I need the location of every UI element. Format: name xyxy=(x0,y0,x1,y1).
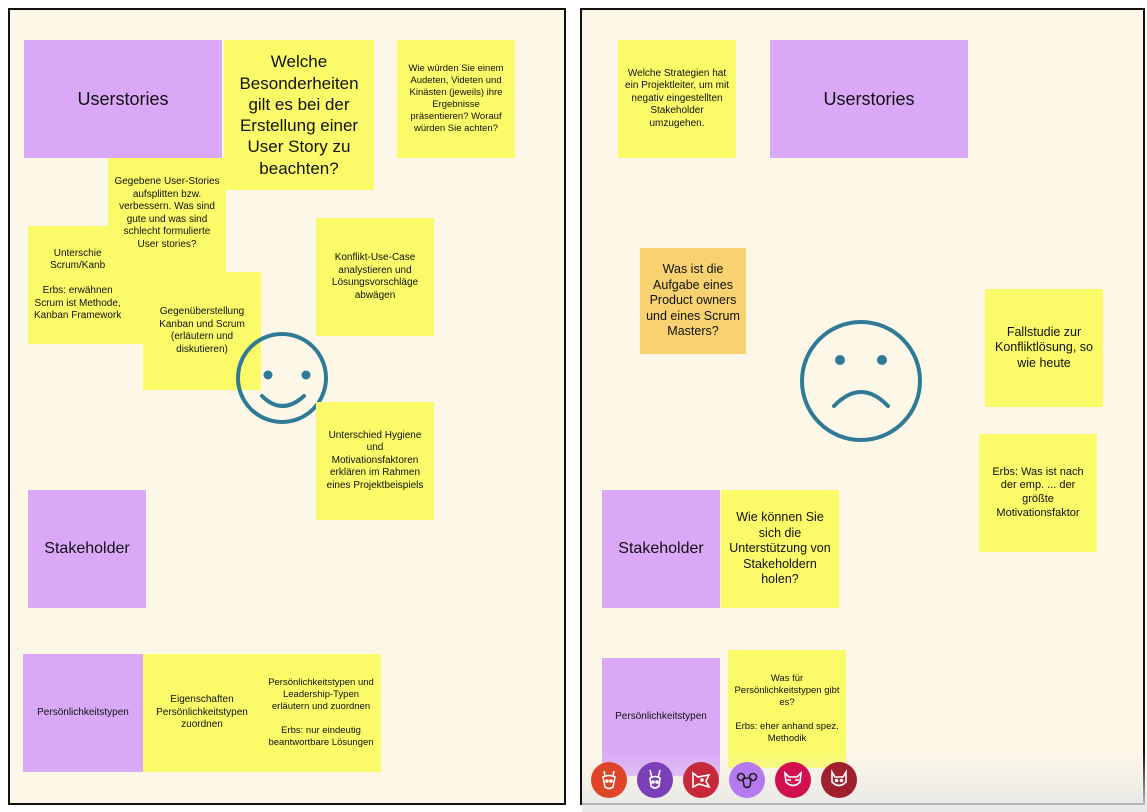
sticky-note-leadership[interactable]: Persönlichkeitstypen und Leadership-Type… xyxy=(261,654,381,772)
sticky-note-konflikt[interactable]: Konflikt-Use-Case analystieren und Lösun… xyxy=(316,218,434,336)
sad-face-icon xyxy=(800,320,922,442)
sticky-note-welche-typen[interactable]: Was für Persönlichkeitstypen gibt es? Er… xyxy=(728,650,846,768)
sticky-note-audeten[interactable]: Wie würden Sie einem Audeten, Videten un… xyxy=(397,40,515,158)
left-board[interactable]: Userstories Welche Besonderheiten gilt e… xyxy=(8,8,566,805)
ram-icon[interactable] xyxy=(729,762,765,798)
wolf-icon[interactable] xyxy=(821,762,857,798)
sticky-note-erbs-motivation[interactable]: Erbs: Was ist nach der emp. ... der größ… xyxy=(979,434,1097,552)
left-userstories-heading[interactable]: Userstories xyxy=(24,40,222,158)
giraffe-icon[interactable] xyxy=(591,762,627,798)
left-persoenlichkeit-heading[interactable]: Persönlichkeitstypen xyxy=(23,654,143,772)
kangaroo-icon[interactable] xyxy=(637,762,673,798)
sticky-note-besonderheiten[interactable]: Welche Besonderheiten gilt es bei der Er… xyxy=(224,40,374,190)
right-board[interactable]: Welche Strategien hat ein Projektleiter,… xyxy=(580,8,1145,805)
raccoon-icon[interactable] xyxy=(775,762,811,798)
fox-icon[interactable] xyxy=(683,762,719,798)
sticky-note-eigenschaften[interactable]: Eigenschaften Persönlichkeitstypen zuord… xyxy=(143,654,261,772)
right-stakeholder-heading[interactable]: Stakeholder xyxy=(602,490,720,608)
sticky-note-product-owner[interactable]: Was ist die Aufgabe eines Product owners… xyxy=(640,248,746,354)
sticky-note-unterstuetzung[interactable]: Wie können Sie sich die Unterstützung vo… xyxy=(721,490,839,608)
sticky-note-userstories-split[interactable]: Gegebene User-Stories aufsplitten bzw. v… xyxy=(108,158,226,276)
left-stakeholder-heading[interactable]: Stakeholder xyxy=(28,490,146,608)
sticky-note-strategien[interactable]: Welche Strategien hat ein Projektleiter,… xyxy=(618,40,736,158)
right-userstories-heading[interactable]: Userstories xyxy=(770,40,968,158)
sticky-note-fallstudie[interactable]: Fallstudie zur Konfliktlösung, so wie he… xyxy=(985,289,1103,407)
sticky-note-hygiene[interactable]: Unterschied Hygiene und Motivationsfakto… xyxy=(316,402,434,520)
